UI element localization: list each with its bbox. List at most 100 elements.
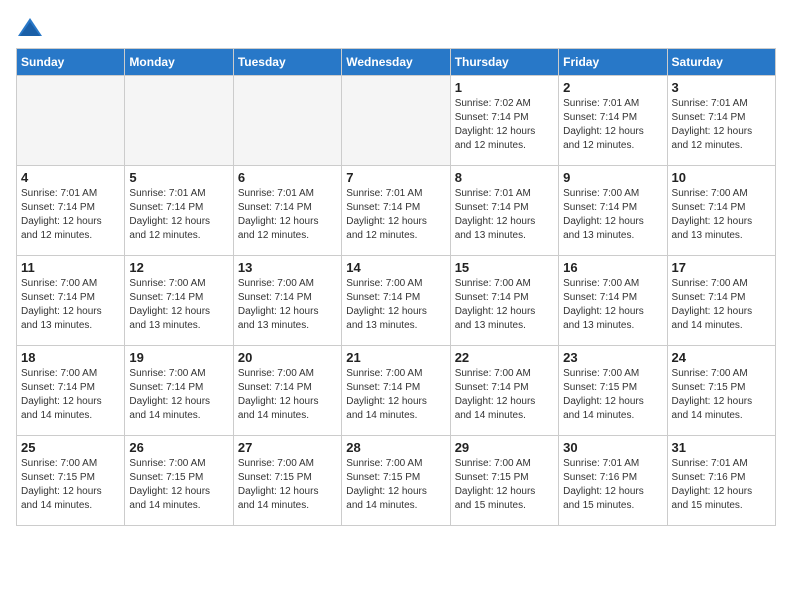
day-number: 31 bbox=[672, 440, 771, 455]
calendar-body: 1Sunrise: 7:02 AM Sunset: 7:14 PM Daylig… bbox=[17, 76, 776, 526]
day-info: Sunrise: 7:00 AM Sunset: 7:14 PM Dayligh… bbox=[672, 277, 771, 333]
day-number: 12 bbox=[129, 260, 228, 275]
day-number: 20 bbox=[238, 350, 337, 365]
day-number: 14 bbox=[346, 260, 445, 275]
calendar-cell: 22Sunrise: 7:00 AM Sunset: 7:14 PM Dayli… bbox=[450, 346, 558, 436]
day-number: 17 bbox=[672, 260, 771, 275]
day-info: Sunrise: 7:01 AM Sunset: 7:16 PM Dayligh… bbox=[563, 457, 662, 513]
day-info: Sunrise: 7:01 AM Sunset: 7:14 PM Dayligh… bbox=[563, 97, 662, 153]
day-number: 30 bbox=[563, 440, 662, 455]
calendar-cell: 19 Sunrise: 7:00 AM Sunset: 7:14 PM Dayli… bbox=[125, 346, 233, 436]
day-number: 6 bbox=[238, 170, 337, 185]
calendar-cell: 21 Sunrise: 7:00 AM Sunset: 7:14 PM Dayli… bbox=[342, 346, 450, 436]
day-info: Sunrise: 7:00 AM Sunset: 7:14 PM Dayligh… bbox=[238, 277, 337, 333]
day-info: Sunrise: 7:00 AM Sunset: 7:14 PM Dayligh… bbox=[346, 367, 445, 423]
calendar-cell: 23 Sunrise: 7:00 AM Sunset: 7:15 PM Dayli… bbox=[559, 346, 667, 436]
calendar-cell: 8Sunrise: 7:01 AM Sunset: 7:14 PM Daylig… bbox=[450, 166, 558, 256]
calendar-cell: 5 Sunrise: 7:01 AM Sunset: 7:14 PM Daylig… bbox=[125, 166, 233, 256]
calendar-week-row: 1Sunrise: 7:02 AM Sunset: 7:14 PM Daylig… bbox=[17, 76, 776, 166]
logo-icon bbox=[16, 16, 44, 40]
day-number: 4 bbox=[21, 170, 120, 185]
calendar-cell: 13 Sunrise: 7:00 AM Sunset: 7:14 PM Dayli… bbox=[233, 256, 341, 346]
calendar-week-row: 25 Sunrise: 7:00 AM Sunset: 7:15 PM Dayli… bbox=[17, 436, 776, 526]
calendar-cell: 1Sunrise: 7:02 AM Sunset: 7:14 PM Daylig… bbox=[450, 76, 558, 166]
weekday-header: Friday bbox=[559, 49, 667, 76]
calendar-cell: 15Sunrise: 7:00 AM Sunset: 7:14 PM Dayli… bbox=[450, 256, 558, 346]
calendar-cell: 20 Sunrise: 7:00 AM Sunset: 7:14 PM Dayli… bbox=[233, 346, 341, 436]
weekday-header: Wednesday bbox=[342, 49, 450, 76]
day-info: Sunrise: 7:00 AM Sunset: 7:15 PM Dayligh… bbox=[129, 457, 228, 513]
calendar-cell: 2 Sunrise: 7:01 AM Sunset: 7:14 PM Daylig… bbox=[559, 76, 667, 166]
calendar-cell: 31 Sunrise: 7:01 AM Sunset: 7:16 PM Dayli… bbox=[667, 436, 775, 526]
day-number: 2 bbox=[563, 80, 662, 95]
day-number: 16 bbox=[563, 260, 662, 275]
calendar-cell bbox=[17, 76, 125, 166]
calendar-week-row: 11 Sunrise: 7:00 AM Sunset: 7:14 PM Dayli… bbox=[17, 256, 776, 346]
day-info: Sunrise: 7:00 AM Sunset: 7:14 PM Dayligh… bbox=[129, 367, 228, 423]
day-number: 26 bbox=[129, 440, 228, 455]
calendar-cell: 14 Sunrise: 7:00 AM Sunset: 7:14 PM Dayli… bbox=[342, 256, 450, 346]
calendar-cell: 24Sunrise: 7:00 AM Sunset: 7:15 PM Dayli… bbox=[667, 346, 775, 436]
day-number: 23 bbox=[563, 350, 662, 365]
calendar-cell: 27 Sunrise: 7:00 AM Sunset: 7:15 PM Dayli… bbox=[233, 436, 341, 526]
day-number: 18 bbox=[21, 350, 120, 365]
day-info: Sunrise: 7:00 AM Sunset: 7:14 PM Dayligh… bbox=[563, 187, 662, 243]
day-number: 19 bbox=[129, 350, 228, 365]
weekday-header: Monday bbox=[125, 49, 233, 76]
calendar-cell: 26 Sunrise: 7:00 AM Sunset: 7:15 PM Dayli… bbox=[125, 436, 233, 526]
day-info: Sunrise: 7:01 AM Sunset: 7:14 PM Dayligh… bbox=[672, 97, 771, 153]
weekday-header: Sunday bbox=[17, 49, 125, 76]
calendar-header-row: SundayMondayTuesdayWednesdayThursdayFrid… bbox=[17, 49, 776, 76]
calendar-cell bbox=[233, 76, 341, 166]
day-info: Sunrise: 7:00 AM Sunset: 7:15 PM Dayligh… bbox=[563, 367, 662, 423]
day-info: Sunrise: 7:00 AM Sunset: 7:14 PM Dayligh… bbox=[346, 277, 445, 333]
calendar-cell: 17 Sunrise: 7:00 AM Sunset: 7:14 PM Dayli… bbox=[667, 256, 775, 346]
calendar-cell: 7Sunrise: 7:01 AM Sunset: 7:14 PM Daylig… bbox=[342, 166, 450, 256]
calendar-cell: 28 Sunrise: 7:00 AM Sunset: 7:15 PM Dayli… bbox=[342, 436, 450, 526]
day-number: 3 bbox=[672, 80, 771, 95]
calendar-cell bbox=[342, 76, 450, 166]
day-info: Sunrise: 7:01 AM Sunset: 7:16 PM Dayligh… bbox=[672, 457, 771, 513]
day-number: 11 bbox=[21, 260, 120, 275]
calendar-cell: 3 Sunrise: 7:01 AM Sunset: 7:14 PM Daylig… bbox=[667, 76, 775, 166]
logo bbox=[16, 16, 48, 40]
day-info: Sunrise: 7:00 AM Sunset: 7:14 PM Dayligh… bbox=[672, 187, 771, 243]
day-info: Sunrise: 7:00 AM Sunset: 7:14 PM Dayligh… bbox=[455, 277, 554, 333]
day-number: 13 bbox=[238, 260, 337, 275]
day-info: Sunrise: 7:00 AM Sunset: 7:15 PM Dayligh… bbox=[21, 457, 120, 513]
day-number: 10 bbox=[672, 170, 771, 185]
calendar-week-row: 18 Sunrise: 7:00 AM Sunset: 7:14 PM Dayli… bbox=[17, 346, 776, 436]
day-info: Sunrise: 7:01 AM Sunset: 7:14 PM Dayligh… bbox=[238, 187, 337, 243]
calendar-cell: 29Sunrise: 7:00 AM Sunset: 7:15 PM Dayli… bbox=[450, 436, 558, 526]
calendar-cell: 10 Sunrise: 7:00 AM Sunset: 7:14 PM Dayli… bbox=[667, 166, 775, 256]
day-number: 28 bbox=[346, 440, 445, 455]
day-info: Sunrise: 7:00 AM Sunset: 7:14 PM Dayligh… bbox=[21, 367, 120, 423]
calendar-cell: 18 Sunrise: 7:00 AM Sunset: 7:14 PM Dayli… bbox=[17, 346, 125, 436]
day-number: 21 bbox=[346, 350, 445, 365]
day-info: Sunrise: 7:01 AM Sunset: 7:14 PM Dayligh… bbox=[21, 187, 120, 243]
weekday-header: Tuesday bbox=[233, 49, 341, 76]
calendar-cell: 11 Sunrise: 7:00 AM Sunset: 7:14 PM Dayli… bbox=[17, 256, 125, 346]
day-number: 25 bbox=[21, 440, 120, 455]
day-number: 5 bbox=[129, 170, 228, 185]
calendar-cell: 6 Sunrise: 7:01 AM Sunset: 7:14 PM Daylig… bbox=[233, 166, 341, 256]
weekday-header: Thursday bbox=[450, 49, 558, 76]
day-info: Sunrise: 7:00 AM Sunset: 7:15 PM Dayligh… bbox=[455, 457, 554, 513]
day-number: 9 bbox=[563, 170, 662, 185]
day-number: 22 bbox=[455, 350, 554, 365]
day-info: Sunrise: 7:01 AM Sunset: 7:14 PM Dayligh… bbox=[129, 187, 228, 243]
calendar-cell: 25 Sunrise: 7:00 AM Sunset: 7:15 PM Dayli… bbox=[17, 436, 125, 526]
day-info: Sunrise: 7:00 AM Sunset: 7:15 PM Dayligh… bbox=[238, 457, 337, 513]
calendar-week-row: 4 Sunrise: 7:01 AM Sunset: 7:14 PM Daylig… bbox=[17, 166, 776, 256]
day-number: 7 bbox=[346, 170, 445, 185]
day-info: Sunrise: 7:00 AM Sunset: 7:14 PM Dayligh… bbox=[238, 367, 337, 423]
calendar-cell bbox=[125, 76, 233, 166]
day-number: 24 bbox=[672, 350, 771, 365]
day-info: Sunrise: 7:00 AM Sunset: 7:14 PM Dayligh… bbox=[21, 277, 120, 333]
day-info: Sunrise: 7:00 AM Sunset: 7:15 PM Dayligh… bbox=[346, 457, 445, 513]
day-info: Sunrise: 7:02 AM Sunset: 7:14 PM Dayligh… bbox=[455, 97, 554, 153]
day-number: 27 bbox=[238, 440, 337, 455]
calendar-cell: 9 Sunrise: 7:00 AM Sunset: 7:14 PM Daylig… bbox=[559, 166, 667, 256]
header bbox=[16, 16, 776, 40]
calendar-cell: 16Sunrise: 7:00 AM Sunset: 7:14 PM Dayli… bbox=[559, 256, 667, 346]
